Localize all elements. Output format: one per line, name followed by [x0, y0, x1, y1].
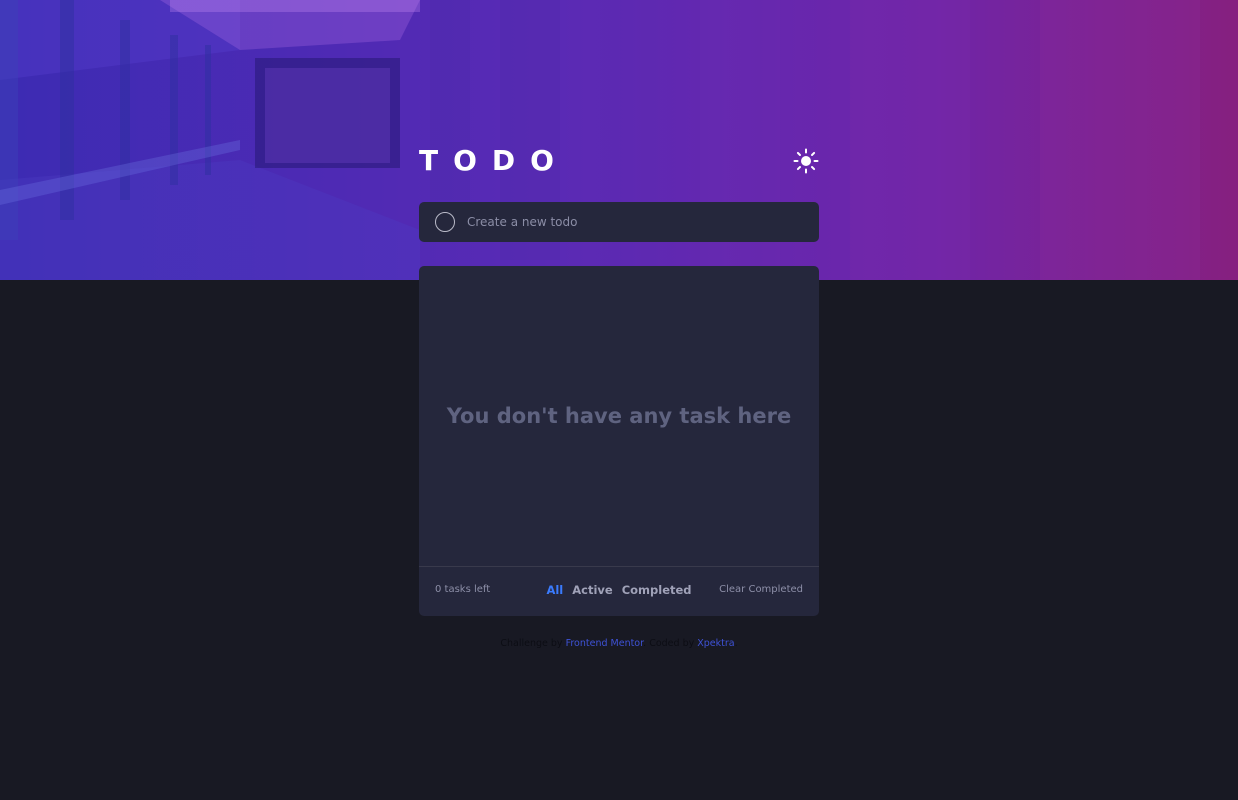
sun-icon	[793, 148, 819, 174]
attribution-suffix: .	[734, 638, 738, 649]
new-todo-bar	[419, 202, 819, 242]
clear-completed-button[interactable]: Clear Completed	[719, 584, 803, 595]
filter-completed[interactable]: Completed	[622, 583, 692, 597]
filter-active[interactable]: Active	[572, 583, 612, 597]
todo-list: You don't have any task here 0 tasks lef…	[419, 266, 819, 616]
app-header: TODO	[419, 143, 819, 181]
attribution-middle: . Coded by	[643, 638, 695, 649]
new-todo-check-circle[interactable]	[435, 212, 455, 232]
list-footer: 0 tasks left All Active Completed Clear …	[419, 566, 819, 616]
attribution: Challenge by Frontend Mentor. Coded by X…	[0, 638, 1238, 649]
frontend-mentor-link[interactable]: Frontend Mentor	[566, 638, 644, 649]
attribution-prefix: Challenge by	[500, 638, 563, 649]
app-title: TODO	[419, 144, 569, 177]
theme-toggle-button[interactable]	[793, 148, 819, 174]
empty-list-message: You don't have any task here	[446, 404, 792, 428]
filter-all[interactable]: All	[546, 583, 563, 597]
new-todo-input[interactable]	[467, 202, 807, 242]
author-link[interactable]: Xpektra	[697, 638, 734, 649]
